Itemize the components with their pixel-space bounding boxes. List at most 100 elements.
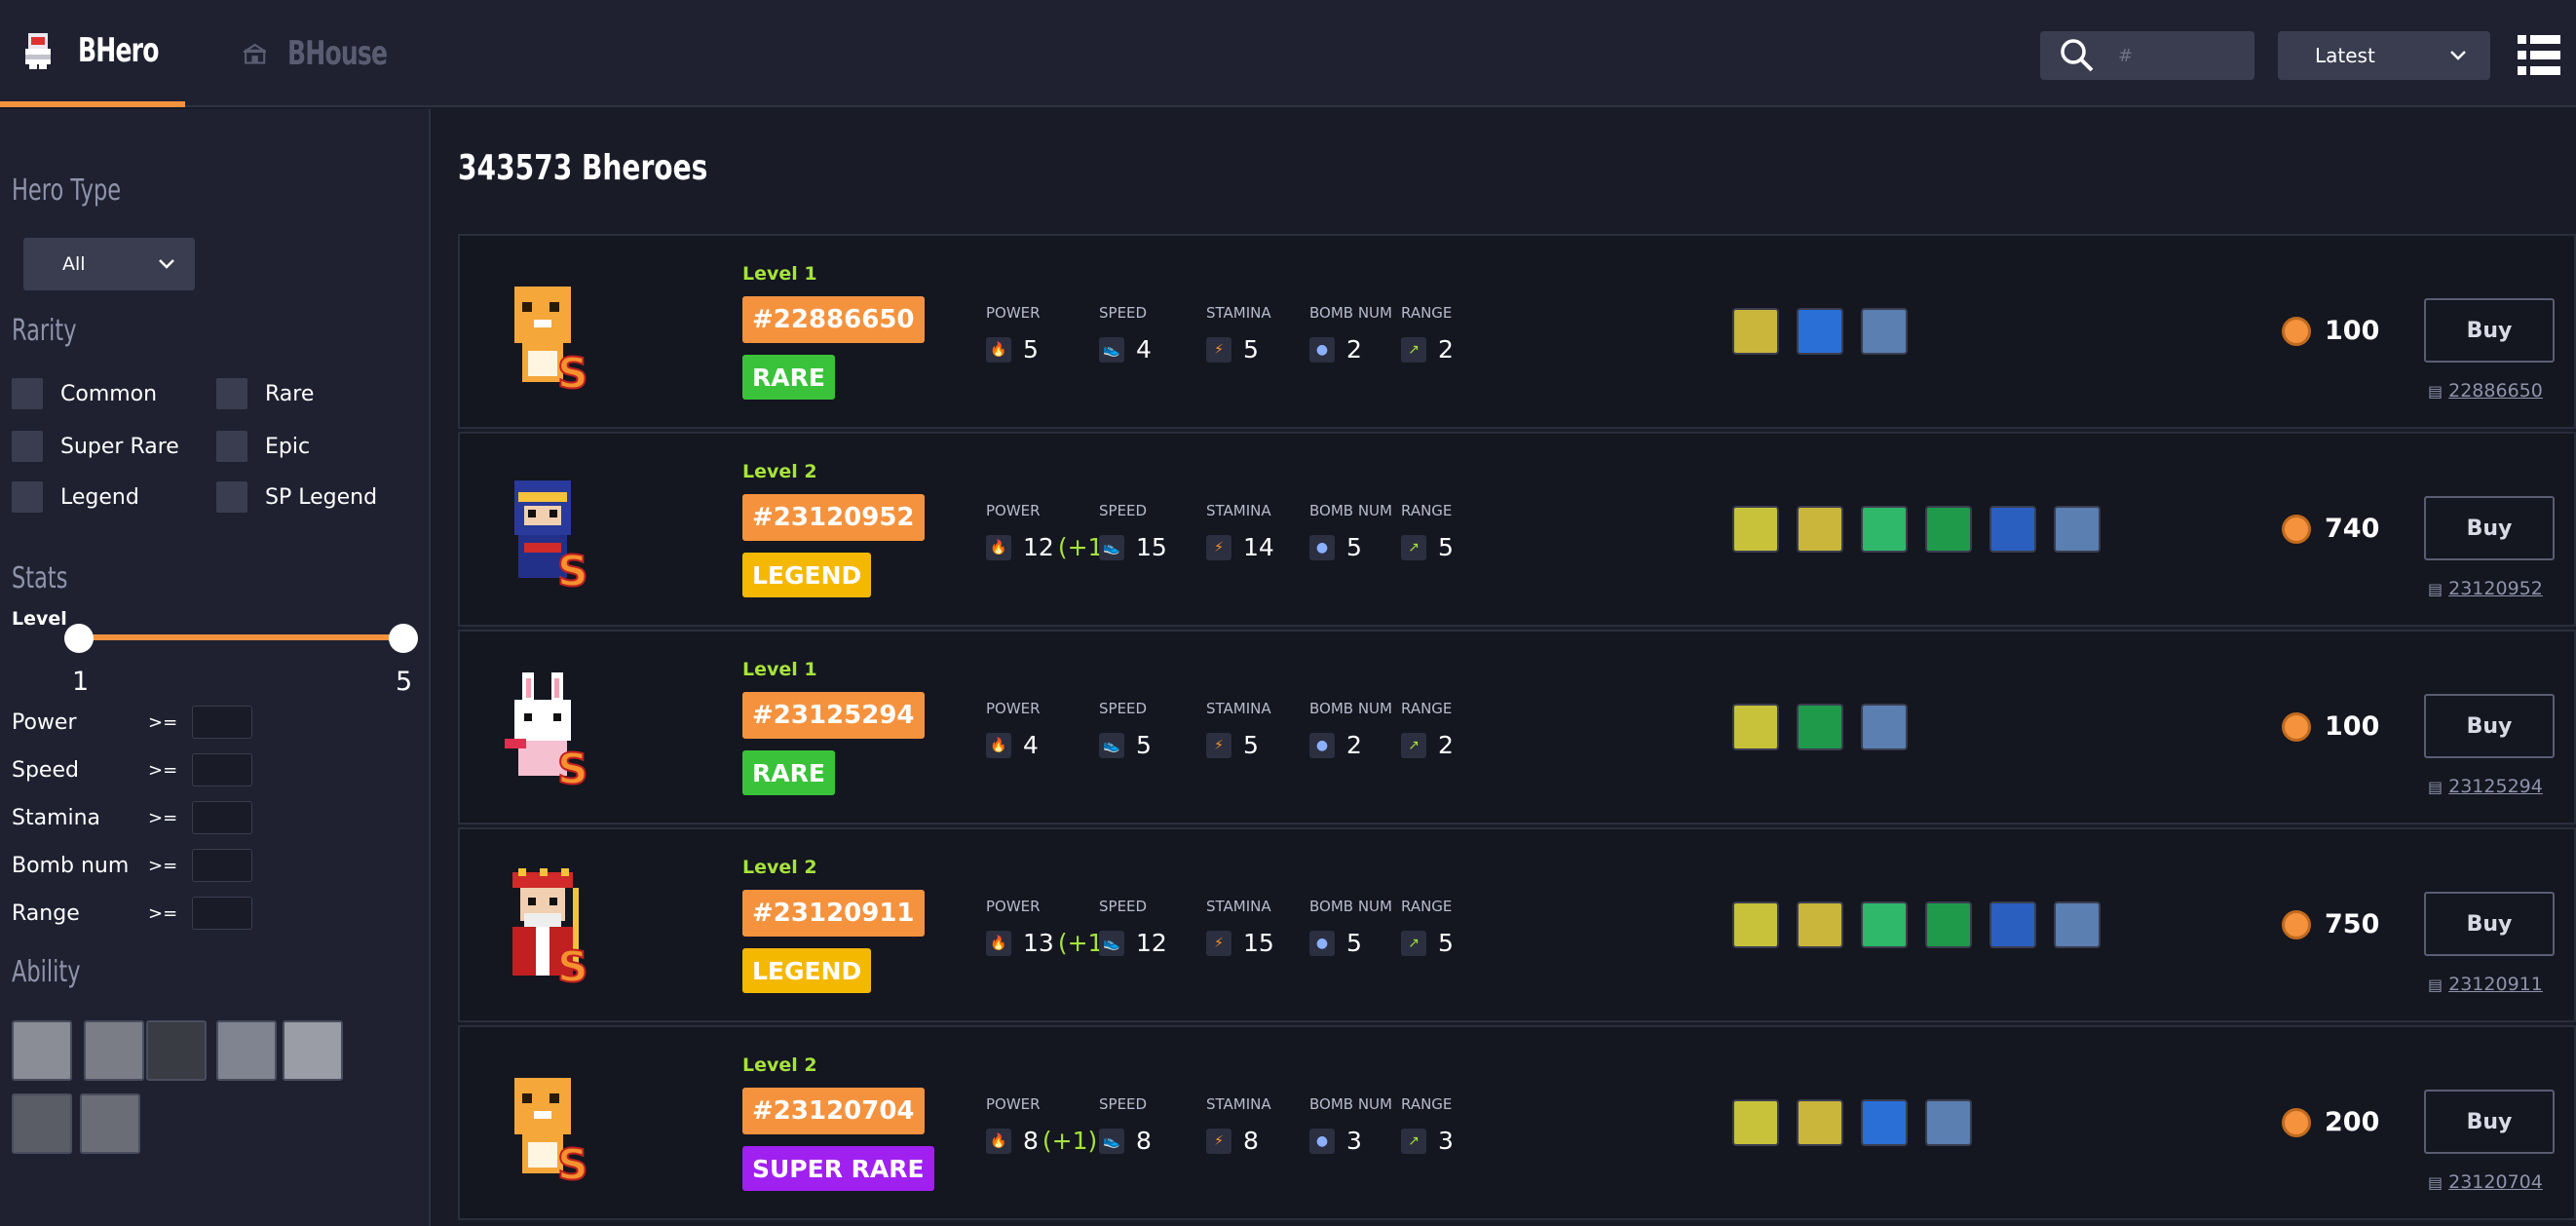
buy-button[interactable]: Buy — [2424, 298, 2555, 363]
token-link[interactable]: ▤ 23125294 — [2428, 776, 2543, 797]
stat-value: 2 — [1346, 731, 1362, 759]
stat-filter-power: Power >= — [12, 706, 255, 739]
shield-icon — [1861, 1099, 1908, 1146]
sort-dropdown[interactable]: Latest — [2278, 31, 2490, 80]
checkbox[interactable] — [216, 481, 247, 513]
hero-card[interactable]: S Level 2 #23120911 LEGEND POWER 🔥 13 (+1) SPEED… — [458, 827, 2576, 1022]
token-link[interactable]: ▤ 23120704 — [2428, 1171, 2543, 1193]
hero-card[interactable]: S Level 2 #23120704 SUPER RARE POWER 🔥 8 (+1) SP… — [458, 1025, 2576, 1220]
buy-button[interactable]: Buy — [2424, 694, 2555, 758]
stamina-min-input[interactable] — [192, 801, 252, 834]
treasure-icon[interactable] — [12, 1093, 72, 1154]
stat-power: POWER 🔥 12 (+1) — [986, 502, 1113, 561]
hero-card[interactable]: S Level 1 #22886650 RARE POWER 🔥 5 SPEED 👟 4 STAMI… — [458, 234, 2576, 429]
stat-value: 2 — [1438, 731, 1454, 759]
battery-icon[interactable] — [283, 1020, 343, 1081]
rarity-badge: RARE — [742, 355, 835, 400]
tab-bhero[interactable]: BHero — [0, 0, 185, 107]
buy-button[interactable]: Buy — [2424, 892, 2555, 956]
speed-min-input[interactable] — [192, 753, 252, 786]
stat-filter-label: Speed — [12, 757, 79, 783]
svg-text:S: S — [557, 349, 588, 392]
hero-abilities — [1732, 1099, 1972, 1146]
hero-price: 100 — [2282, 711, 2379, 742]
stat-label: SPEED — [1099, 304, 1148, 322]
token-id[interactable]: 23120952 — [2448, 578, 2543, 599]
hero-type-select[interactable]: All — [23, 238, 195, 290]
buy-button[interactable]: Buy — [2424, 496, 2555, 560]
buy-button[interactable]: Buy — [2424, 1090, 2555, 1154]
hero-avatar: S — [514, 480, 589, 590]
chest-icon[interactable] — [80, 1093, 140, 1154]
stat-value: 5 — [1346, 929, 1362, 957]
stat-label: BOMB NUM — [1309, 898, 1392, 915]
lightning-shield-icon — [1925, 1099, 1972, 1146]
token-id[interactable]: 23120911 — [2448, 974, 2543, 995]
hero-avatar: S — [512, 868, 589, 985]
document-icon: ▤ — [2428, 1172, 2443, 1192]
range-min-input[interactable] — [192, 897, 252, 930]
speed-icon: 👟 — [1099, 732, 1124, 758]
hero-card[interactable]: S Level 2 #23120952 LEGEND POWER 🔥 12 (+1) SPEED… — [458, 432, 2576, 627]
token-id[interactable]: 22886650 — [2448, 380, 2543, 402]
stamina-icon: ⚡ — [1206, 930, 1231, 956]
rarity-label: Rare — [265, 381, 315, 406]
rarity-option-common[interactable]: Common — [12, 378, 157, 409]
rarity-option-epic[interactable]: Epic — [216, 431, 310, 462]
explosion-icon[interactable] — [146, 1020, 207, 1081]
stat-filter-range: Range >= — [12, 897, 255, 930]
chevron-down-icon — [159, 259, 174, 269]
speed-icon: 👟 — [1099, 534, 1124, 560]
stat-bonus: (+1) — [1042, 1127, 1098, 1155]
house-icon — [244, 43, 267, 64]
tab-bhouse[interactable]: BHouse — [224, 0, 409, 107]
level-slider-min-handle[interactable] — [64, 624, 94, 653]
list-view-icon[interactable] — [2518, 35, 2560, 76]
rarity-label: Super Rare — [60, 434, 179, 459]
token-id[interactable]: 23125294 — [2448, 776, 2543, 797]
stamina-icon: ⚡ — [1206, 534, 1231, 560]
stat-value: 15 — [1243, 929, 1274, 957]
rarity-option-super-rare[interactable]: Super Rare — [12, 431, 179, 462]
stat-label: BOMB NUM — [1309, 502, 1392, 519]
hero-card[interactable]: S Level 1 #23125294 RARE POWER 🔥 4 SPEED 👟 5 STAMI… — [458, 630, 2576, 824]
bomb-num-icon: ● — [1309, 732, 1335, 758]
stat-label: STAMINA — [1206, 304, 1271, 322]
sort-selected: Latest — [2315, 44, 2375, 67]
document-icon: ▤ — [2428, 381, 2443, 401]
token-link[interactable]: ▤ 22886650 — [2428, 380, 2543, 402]
power-min-input[interactable] — [192, 706, 252, 739]
stat-label: RANGE — [1401, 502, 1453, 519]
token-link[interactable]: ▤ 23120952 — [2428, 578, 2543, 599]
rarity-option-rare[interactable]: Rare — [216, 378, 314, 409]
checkbox[interactable] — [12, 431, 43, 462]
checkbox[interactable] — [216, 431, 247, 462]
stat-range: RANGE ↗ 5 — [1401, 898, 1454, 957]
level-slider-max-handle[interactable] — [389, 624, 418, 653]
sword-icon — [1732, 901, 1779, 948]
chest-icon — [1925, 901, 1972, 948]
checkbox[interactable] — [12, 378, 43, 409]
sword-icon[interactable] — [12, 1020, 72, 1081]
token-link[interactable]: ▤ 23120911 — [2428, 974, 2543, 995]
search-input[interactable] — [2118, 45, 2245, 66]
token-id[interactable]: 23120704 — [2448, 1171, 2543, 1193]
stat-label: BOMB NUM — [1309, 700, 1392, 717]
checkbox[interactable] — [12, 481, 43, 513]
search-icon[interactable] — [2060, 38, 2095, 73]
hero-avatar: S — [505, 672, 589, 787]
rarity-option-sp-legend[interactable]: SP Legend — [216, 481, 377, 513]
bomb-num-min-input[interactable] — [192, 849, 252, 882]
level-slider-track[interactable] — [78, 634, 403, 640]
sword-shield-icon[interactable] — [84, 1020, 144, 1081]
shield-icon[interactable] — [216, 1020, 277, 1081]
hero-abilities — [1732, 901, 2101, 948]
stat-label: BOMB NUM — [1309, 1095, 1392, 1113]
rarity-option-legend[interactable]: Legend — [12, 481, 139, 513]
sword-icon — [1732, 506, 1779, 553]
stat-value: 2 — [1346, 335, 1362, 364]
range-icon: ↗ — [1401, 1128, 1426, 1154]
hero-level: Level 2 — [742, 461, 817, 482]
checkbox[interactable] — [216, 378, 247, 409]
stat-value: 3 — [1438, 1127, 1454, 1155]
